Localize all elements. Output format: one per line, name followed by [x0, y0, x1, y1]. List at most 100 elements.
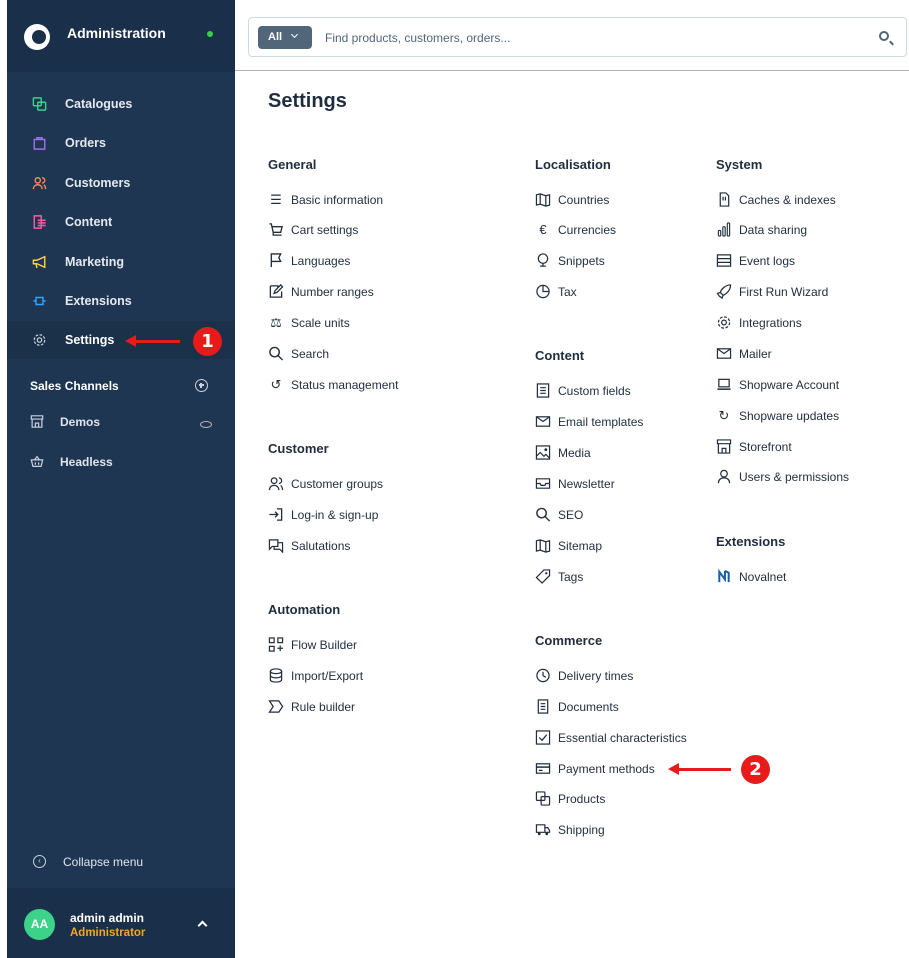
settings-item-label: Integrations	[739, 316, 802, 330]
settings-item-label: Currencies	[558, 223, 617, 237]
nav-orders[interactable]: Orders	[7, 124, 235, 162]
nav-catalogues[interactable]: Catalogues	[7, 85, 235, 123]
document-list-icon	[536, 383, 550, 398]
settings-item-label: Novalnet	[739, 570, 787, 584]
truck-icon	[535, 824, 551, 836]
pie-chart-icon	[536, 284, 550, 299]
extensions-icon	[33, 296, 46, 306]
settings-item-label: Documents	[558, 700, 619, 714]
settings-item-label: Countries	[558, 193, 610, 207]
collapse-menu-label: Collapse menu	[63, 855, 144, 869]
group-heading-commerce: Commerce	[535, 633, 603, 648]
rule-icon	[268, 700, 284, 713]
log-icon	[716, 254, 732, 267]
search-filter-dropdown[interactable]: All	[258, 26, 312, 49]
settings-item-label: Sitemap	[558, 539, 603, 553]
inbox-icon	[535, 478, 551, 489]
chevron-up-icon[interactable]	[197, 920, 208, 931]
user-icon	[717, 469, 731, 484]
settings-item-label: Caches & indexes	[739, 193, 836, 207]
global-search-bar: All	[248, 17, 907, 57]
refresh-icon: ↻	[718, 408, 730, 423]
edit-icon	[269, 284, 284, 298]
orders-icon	[33, 137, 46, 150]
user-role: Administrator	[70, 927, 146, 939]
settings-icon	[33, 334, 46, 346]
products-icon	[535, 791, 551, 806]
nav-extensions[interactable]: Extensions	[7, 282, 235, 320]
settings-item-label: Payment methods	[558, 762, 655, 776]
nav-label: Settings	[65, 333, 115, 347]
image-icon	[535, 445, 551, 460]
settings-item-label: Tags	[558, 570, 584, 584]
clock-icon	[536, 668, 550, 683]
settings-item-label: Shopware updates	[739, 409, 840, 423]
map-icon	[535, 539, 551, 553]
nav-content[interactable]: Content	[7, 203, 235, 241]
annotation-arrow-1	[134, 339, 180, 343]
settings-item-label: Storefront	[739, 440, 792, 454]
settings-item-label: Delivery times	[558, 669, 634, 683]
map-icon	[535, 193, 551, 207]
page-title: Settings	[268, 90, 347, 112]
annotation-arrow-2	[677, 767, 731, 771]
settings-item-label: Customer groups	[291, 477, 384, 491]
settings-item-label: SEO	[558, 508, 584, 522]
search-icon	[269, 346, 284, 361]
nav-customers[interactable]: Customers	[7, 164, 235, 202]
checkbox-icon	[535, 730, 551, 745]
settings-item-label: Email templates	[558, 415, 644, 429]
settings-item-label: Essential characteristics	[558, 731, 687, 745]
laptop-icon	[717, 378, 731, 390]
add-sales-channel-icon[interactable]	[195, 379, 208, 392]
scale-icon: ⚖	[270, 315, 282, 330]
settings-item-label: Mailer	[739, 347, 772, 361]
settings-item-label: Shopware Account	[739, 378, 840, 392]
user-menu[interactable]: AA admin admin Administrator	[7, 888, 235, 958]
settings-item-label: Users & permissions	[739, 470, 850, 484]
settings-item-label: Import/Export	[291, 669, 364, 683]
group-heading-content: Content	[535, 348, 585, 363]
nav-label: Extensions	[65, 294, 132, 308]
settings-item-label: Cart settings	[291, 223, 359, 237]
settings-item-label: Shipping	[558, 823, 605, 837]
settings-item-label: Media	[558, 446, 591, 460]
sales-channels-heading: Sales Channels	[30, 379, 119, 393]
shopware-logo-icon[interactable]	[24, 24, 50, 50]
online-status-dot	[207, 31, 213, 37]
search-filter-label: All	[268, 31, 283, 43]
nav-label: Customers	[65, 176, 131, 190]
settings-item-label: Log-in & sign-up	[291, 508, 379, 522]
eye-icon[interactable]	[200, 421, 212, 428]
snippet-icon	[537, 253, 549, 267]
chat-icon	[268, 539, 284, 553]
gear-icon	[717, 316, 731, 329]
settings-item-label: Salutations	[291, 539, 351, 553]
rocket-icon	[716, 284, 732, 299]
settings-item-label: Number ranges	[291, 285, 374, 299]
credit-card-icon	[535, 763, 551, 774]
chevron-down-icon	[290, 30, 299, 39]
settings-item-label: Snippets	[558, 254, 605, 268]
document-icon	[537, 699, 549, 714]
basket-icon	[30, 455, 44, 467]
group-heading-customer: Customer	[268, 441, 329, 456]
envelope-icon	[535, 416, 551, 427]
sales-channel-label: Demos	[60, 415, 101, 429]
settings-item-label: Status management	[291, 378, 399, 392]
group-heading-automation: Automation	[268, 602, 341, 617]
settings-item-label: Languages	[291, 254, 351, 268]
search-icon[interactable]	[879, 31, 889, 41]
annotation-badge-2: 2	[741, 755, 770, 784]
chevron-left-icon: ‹	[33, 855, 46, 868]
settings-item-label: Basic information	[291, 193, 384, 207]
search-input[interactable]	[325, 26, 845, 49]
nav-marketing[interactable]: Marketing	[7, 243, 235, 281]
header-divider	[235, 70, 909, 71]
users-icon	[268, 477, 284, 491]
storefront-icon	[30, 415, 44, 428]
sidebar-header: Administration	[7, 0, 235, 72]
collapse-menu-button[interactable]: ‹ Collapse menu	[7, 848, 235, 878]
sales-channel-headless[interactable]: Headless	[7, 445, 235, 481]
flow-icon	[268, 637, 284, 652]
